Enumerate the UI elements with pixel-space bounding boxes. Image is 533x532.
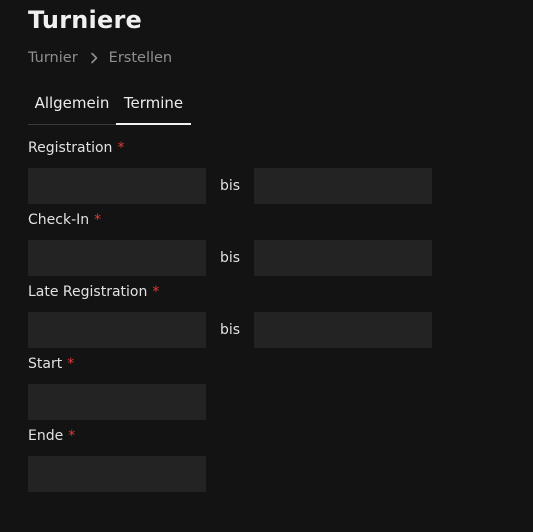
- required-marker: *: [67, 356, 75, 372]
- end-label: Ende *: [28, 428, 75, 444]
- late-registration-range-separator: bis: [219, 322, 241, 338]
- late-registration-label-text: Late Registration: [28, 284, 148, 300]
- start-label: Start *: [28, 356, 74, 372]
- registration-label-text: Registration: [28, 140, 113, 156]
- breadcrumb: Turnier Erstellen: [28, 48, 172, 68]
- checkin-from-input[interactable]: [28, 240, 206, 276]
- late-registration-from-input[interactable]: [28, 312, 206, 348]
- end-label-text: Ende: [28, 428, 64, 444]
- required-marker: *: [152, 284, 160, 300]
- breadcrumb-item-tournament[interactable]: Turnier: [28, 50, 78, 66]
- checkin-to-input[interactable]: [254, 240, 432, 276]
- checkin-label-text: Check-In: [28, 212, 90, 228]
- required-marker: *: [68, 428, 76, 444]
- tab-dates[interactable]: Termine: [116, 84, 191, 125]
- chevron-right-icon: [90, 52, 99, 64]
- registration-from-input[interactable]: [28, 168, 206, 204]
- tab-general[interactable]: Allgemein: [28, 84, 116, 124]
- registration-range-separator: bis: [219, 178, 241, 194]
- late-registration-to-input[interactable]: [254, 312, 432, 348]
- active-tab-indicator: [116, 123, 191, 125]
- end-input[interactable]: [28, 456, 206, 492]
- tab-dates-label: Termine: [123, 94, 184, 112]
- late-registration-label: Late Registration *: [28, 284, 159, 300]
- start-input[interactable]: [28, 384, 206, 420]
- breadcrumb-item-create: Erstellen: [108, 50, 173, 66]
- page-title: Turniere: [28, 6, 142, 34]
- registration-to-input[interactable]: [254, 168, 432, 204]
- required-marker: *: [94, 212, 102, 228]
- required-marker: *: [117, 140, 125, 156]
- checkin-label: Check-In *: [28, 212, 101, 228]
- tab-general-label: Allgemein: [34, 94, 110, 112]
- start-label-text: Start: [28, 356, 63, 372]
- checkin-range-separator: bis: [219, 250, 241, 266]
- registration-label: Registration *: [28, 140, 124, 156]
- tab-bar: Allgemein Termine: [28, 84, 508, 125]
